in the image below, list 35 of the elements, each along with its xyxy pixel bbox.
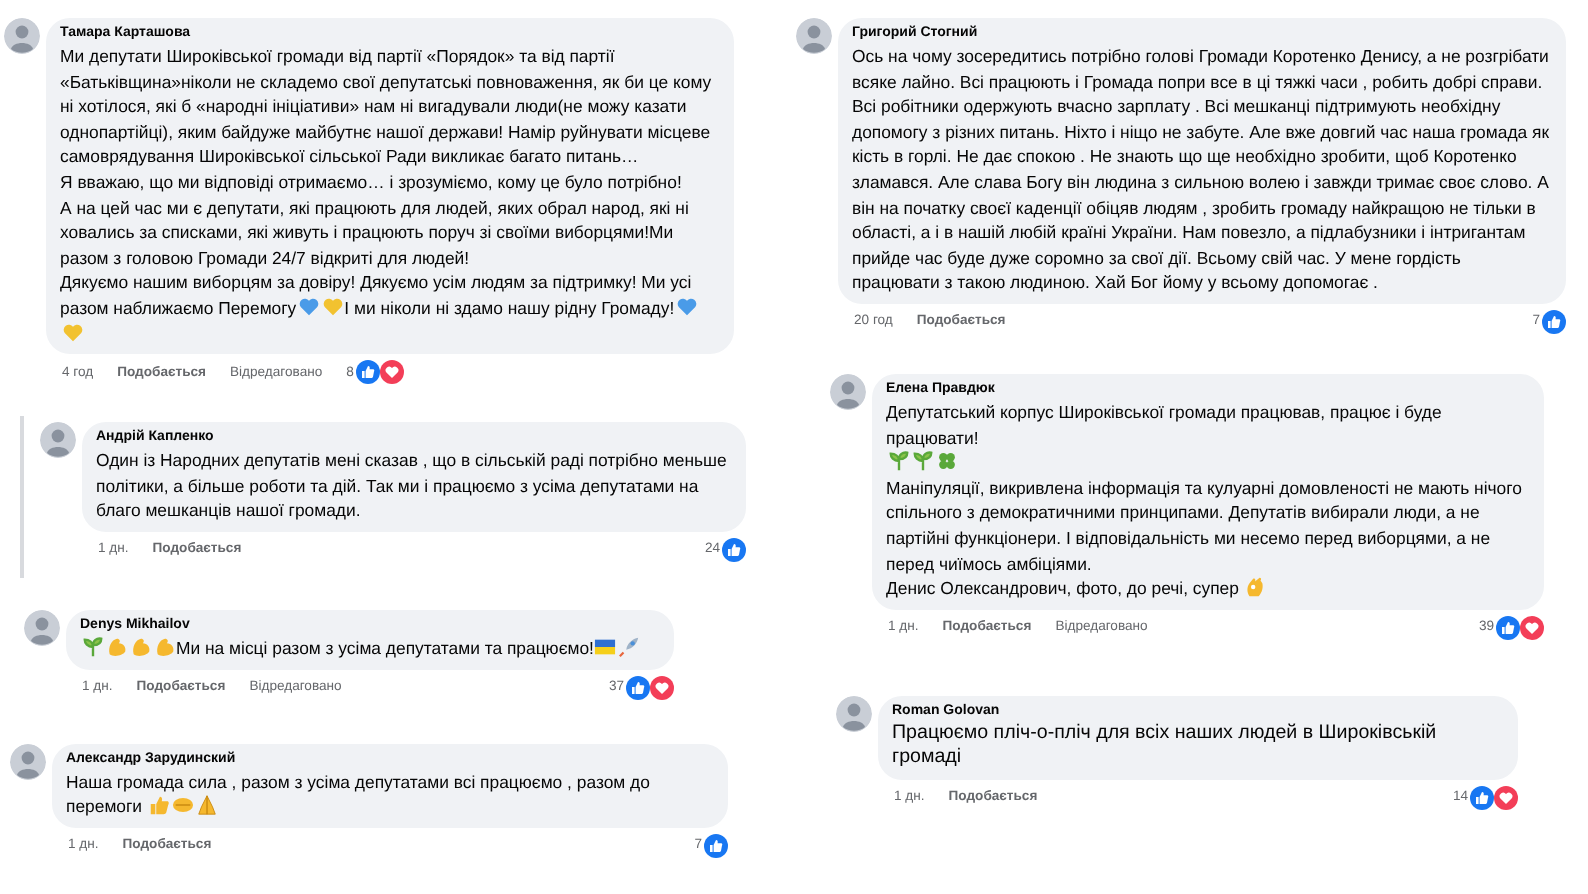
seedling-icon — [887, 450, 909, 473]
comment-text: Працюємо пліч-о-пліч для всіх наших людей в Широківській громаді — [892, 721, 1439, 772]
comment-text: Один із Народних депутатів мені сказав , що в сільській раді потрібно меньше політики, а більше роботи та дій. Так ми і працюємо з усіма депутатами на благо мешканців нашої громади. — [96, 448, 729, 524]
like-icon — [1470, 785, 1494, 810]
like-icon — [1496, 615, 1520, 640]
like-icon — [1542, 309, 1566, 334]
comment-text: Маніпуляції, викривлена інформація та кулуарні домовленості не мають нічого спільного з демократичними принципами. Депутатів вибирали люди, а не партійні функціонери. І відповідальність ми несемо перед виборцями, а не перед чиїмось амбіціями. — [886, 475, 1524, 577]
thumbs-up-icon — [147, 794, 170, 817]
comment-text: Ми депутати Широківської громади від партії «Порядок» та від партії «Батьківщина»ніколи не складемо свої депутатські повноваження, як би це кому ні хотілося, які б «народні ініціативи» нам ні вигадували люди(не можу казати однопартійці), яким байдуже майбутнє нашої держави! Намір руйнувати місцеве самоврядування Широківської сільської Ради викликає багато питань… — [60, 44, 714, 170]
like-icon — [626, 675, 650, 699]
heart-icon — [650, 675, 674, 699]
comment-text: Дякуємо нашим виборцям за довіру! Дякуємо усім людям за підтримку! Ми усі разом наближаємо Перемогу І ми ніколи ні здамо нашу рідну Громаду! — [60, 270, 720, 347]
seedling-icon — [911, 450, 933, 473]
comment-text: Денис Олександрович, фото, до речі, супер — [886, 576, 1530, 602]
avatar — [836, 695, 872, 732]
avatar — [24, 609, 60, 646]
flag-icon — [594, 635, 617, 658]
comment-text: Депутатський корпус Широківської громади працював, працює і буде працювати! — [886, 399, 1444, 451]
comment-text: Наша громада сила , разом з усіма депутатами всі працюємо , разом до перемоги — [66, 769, 652, 820]
seedling-icon — [81, 635, 103, 658]
hand-icon — [1244, 576, 1267, 599]
clover-icon — [935, 450, 957, 473]
like-icon — [355, 360, 380, 385]
comment-text: А на цей час ми є депутати, які працюють для людей, яких обрал народ, які ні ховались за списками, які живуть і працюють поруч зі своїми виборцями!Ми разом з головою Громади 24/7 відкриті для людей! — [60, 195, 691, 271]
avatar — [830, 373, 866, 410]
comment-text: Ми на місці разом з усіма депутатами та працюємо! — [80, 635, 660, 661]
avatar — [4, 18, 40, 54]
like-icon — [722, 537, 746, 562]
comment-text: Ось на чому зосередитись потрібно голові Громади Коротенко Денису, а не розгрібати всяке лайно. Всі працюють і Громада попри все в ці тяжкі часи , робить добрі справи. Всі робітники одержують вчасно зарплату . Всі мешканці підтримують необхідну допомогу з різних питань. Ніхто і ніщо не забуте. Але вже довгий час наша громада як кість в горлі. Не дає спокою . Не знають що ще необхідно зробити, щоб Коротенко зламався. Але слава Богу він людина з сильною волею і завжди тримає своє слово. А він на початку своєї каденції обіцяв людям , зробить громаду найкращою не тільки в області, а і в нашій любій країні України. Нам повезло, а підлабузники і інтригантам прийде час буде дуже соромно за свої дії. Всьому свій час. У мене гордість працювати з такою людиною. Хай Бог йому у всьому допомогає . — [852, 44, 1552, 296]
avatar — [40, 422, 76, 459]
avatar — [10, 743, 46, 779]
comment-text: Я вважаю, що ми відповіді отримаємо… і зрозуміємо, кому це було потрібно! — [60, 169, 684, 196]
heart-icon — [379, 360, 404, 385]
avatar — [796, 18, 832, 54]
like-icon — [704, 833, 728, 858]
